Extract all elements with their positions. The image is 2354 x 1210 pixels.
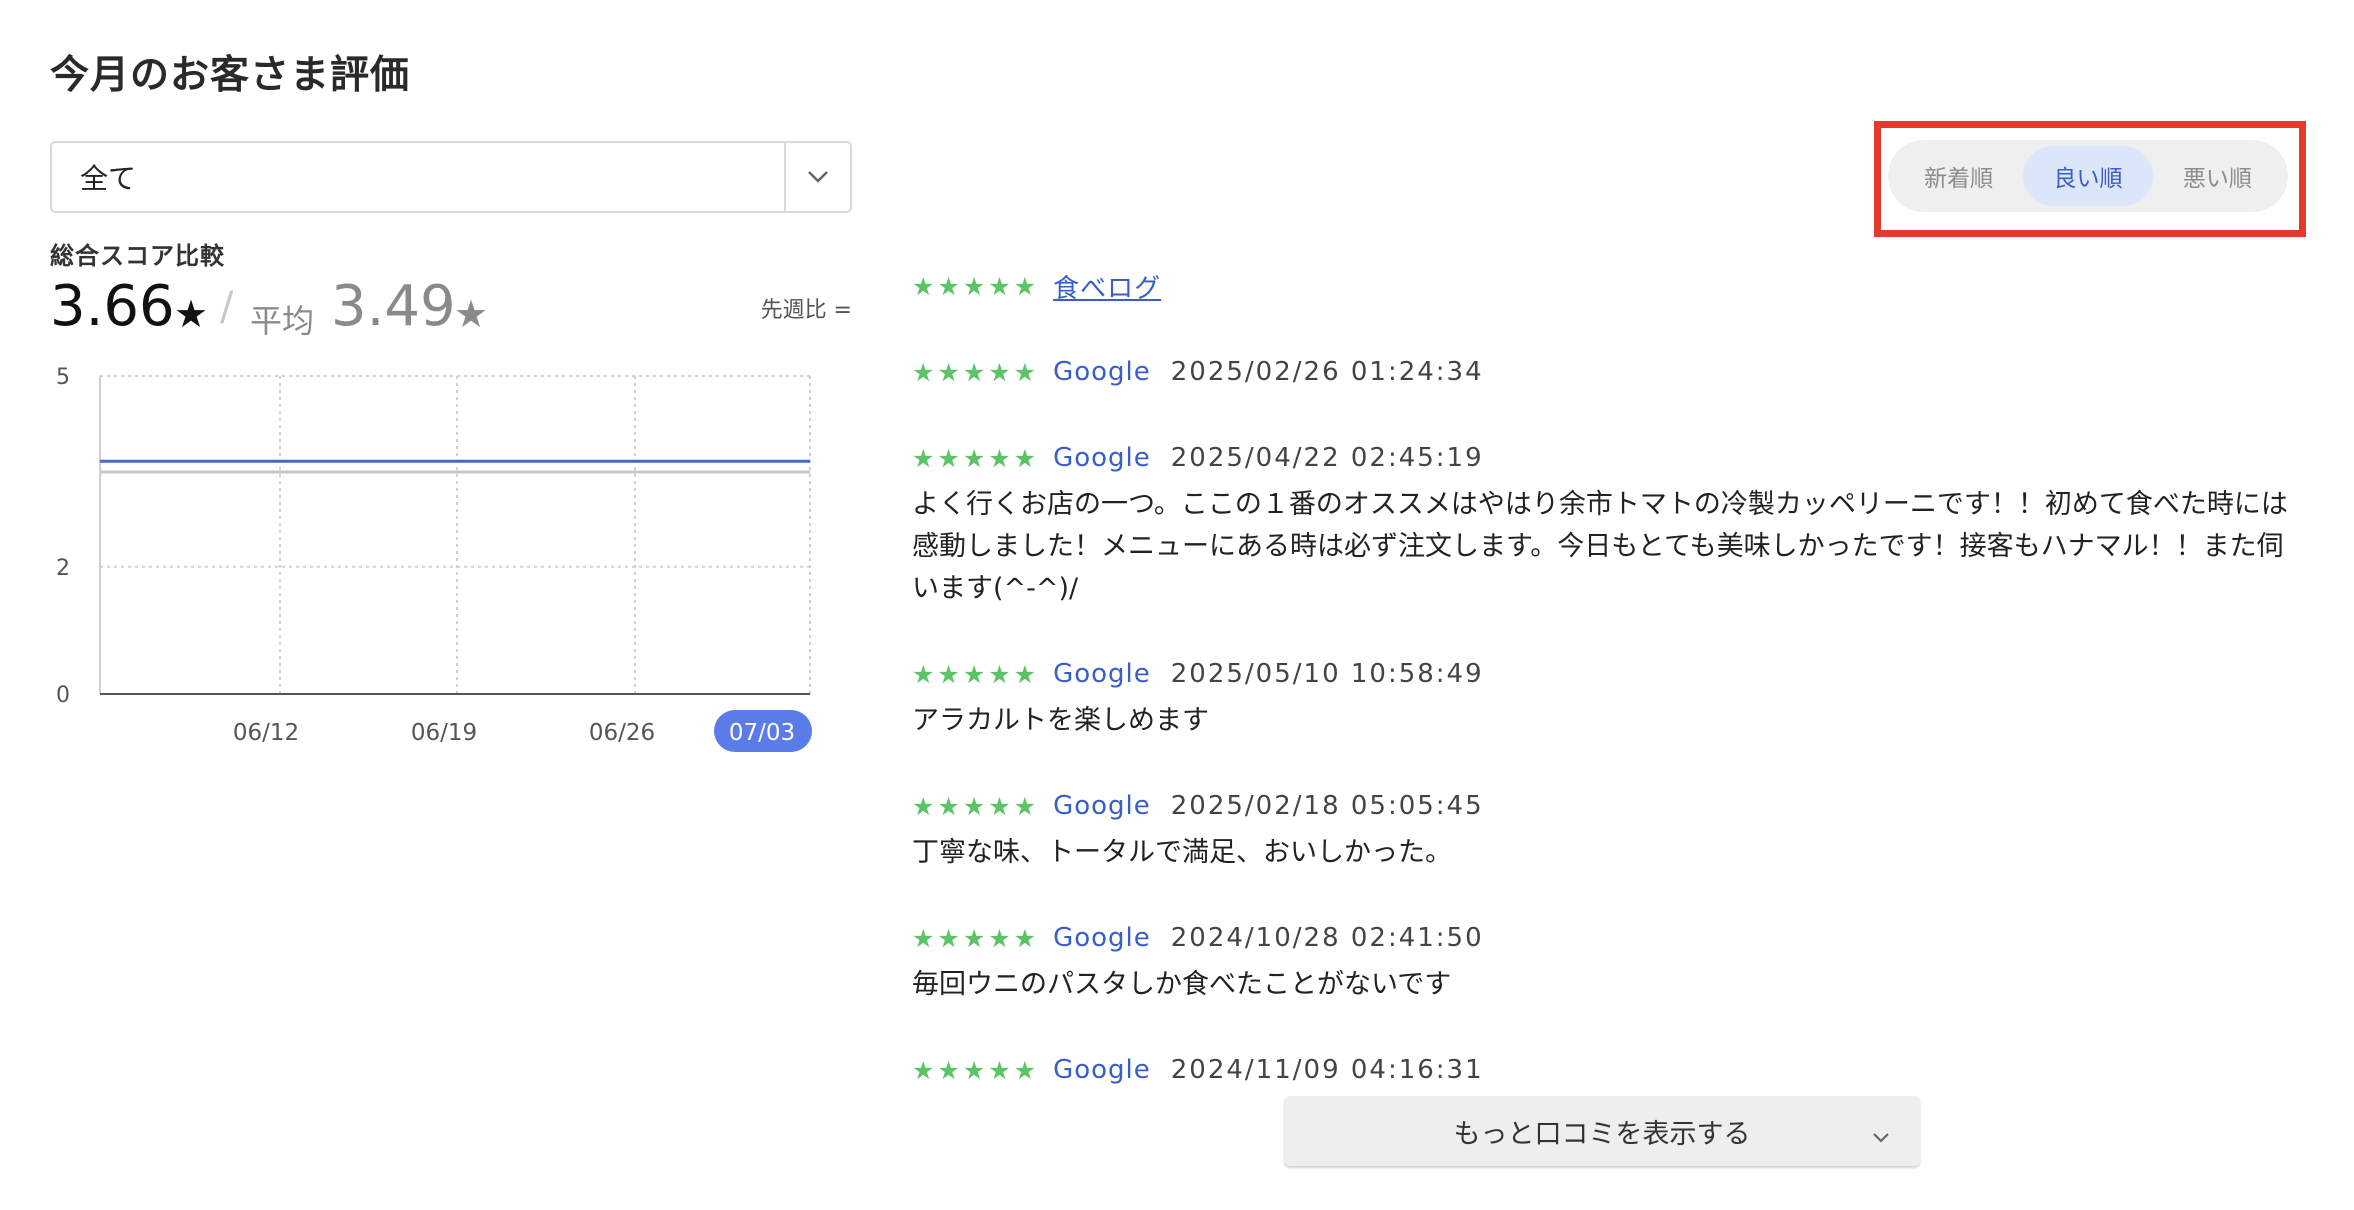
rating-stars: ★★★★★ <box>912 443 1040 473</box>
list-item: ★★★★★ Google 2025/05/10 10:58:49 アラカルトを楽… <box>912 652 2302 742</box>
list-item: ★★★★★ Google 2025/02/18 05:05:45 丁寧な味、トー… <box>912 784 2302 874</box>
review-source-link[interactable]: 食べログ <box>1053 268 1161 305</box>
list-item: ★★★★★ 食べログ <box>912 264 2302 308</box>
chart-y-tick-label: 5 <box>56 365 70 390</box>
review-source: Google <box>1053 1055 1151 1085</box>
chart-y-tick-label: 0 <box>56 683 70 708</box>
source-filter-select[interactable]: 全て <box>50 141 852 213</box>
score-summary: 3.66 ★ / 平均 3.49 ★ 先週比 = <box>50 270 852 340</box>
show-more-label: もっと口コミを表示する <box>1453 1118 1751 1150</box>
review-source: Google <box>1053 791 1151 821</box>
chart-x-tick-label: 06/19 <box>411 720 477 746</box>
review-source: Google <box>1053 357 1151 387</box>
list-item: ★★★★★ Google 2024/11/09 04:16:31 <box>912 1048 2302 1092</box>
review-source: Google <box>1053 443 1151 473</box>
filter-selected-value: 全て <box>80 162 137 195</box>
score-trend-chart: 0 2 5 06/12 06/19 06/26 07/03 <box>50 360 850 760</box>
review-text: 丁寧な味、トータルで満足、おいしかった。 <box>912 837 1452 868</box>
sort-order-toggle[interactable]: 新着順 良い順 悪い順 <box>1888 140 2288 212</box>
rating-stars: ★★★★★ <box>912 791 1040 821</box>
rating-stars: ★★★★★ <box>912 923 1040 953</box>
review-text: よく行くお店の一つ。ここの１番のオススメはやはり余市トマトの冷製カッペリーニです… <box>912 489 2288 604</box>
review-list: ★★★★★ 食べログ ★★★★★ Google 2025/02/26 01:24… <box>912 264 2302 1134</box>
chevron-down-icon[interactable] <box>784 143 850 211</box>
week-over-week-label: 先週比 = <box>760 298 852 323</box>
chart-x-tick-label: 06/26 <box>589 720 655 746</box>
sort-worst-button[interactable]: 悪い順 <box>2153 146 2282 206</box>
review-date: 2025/04/22 02:45:19 <box>1170 443 1484 473</box>
score-comparison-heading: 総合スコア比較 <box>50 242 225 270</box>
review-text: 毎回ウニのパスタしか食べたことがないです <box>912 969 1452 1000</box>
score-separator: / <box>220 284 234 330</box>
review-date: 2024/11/09 04:16:31 <box>1170 1055 1484 1085</box>
average-label: 平均 <box>250 302 315 340</box>
rating-stars: ★★★★★ <box>912 1055 1040 1085</box>
total-score-value: 3.66 <box>50 274 175 339</box>
chart-x-tick-label: 07/03 <box>729 720 795 746</box>
rating-stars: ★★★★★ <box>912 271 1040 301</box>
review-text: アラカルトを楽しめます <box>912 705 1209 736</box>
chevron-down-icon <box>1872 1120 1890 1151</box>
chart-y-tick-label: 2 <box>56 556 70 581</box>
review-date: 2024/10/28 02:41:50 <box>1170 923 1484 953</box>
rating-stars: ★★★★★ <box>912 357 1040 387</box>
review-source: Google <box>1053 659 1151 689</box>
rating-stars: ★★★★★ <box>912 659 1040 689</box>
average-score-value: 3.49 <box>331 274 456 339</box>
page-title: 今月のお客さま評価 <box>50 53 411 98</box>
review-date: 2025/02/26 01:24:34 <box>1170 357 1484 387</box>
sort-newest-button[interactable]: 新着順 <box>1894 146 2023 206</box>
show-more-reviews-button[interactable]: もっと口コミを表示する <box>1284 1096 1920 1166</box>
review-source: Google <box>1053 923 1151 953</box>
chart-x-tick-label: 06/12 <box>233 720 299 746</box>
sort-best-button[interactable]: 良い順 <box>2023 146 2153 206</box>
list-item: ★★★★★ Google 2025/04/22 02:45:19 よく行くお店の… <box>912 436 2302 610</box>
review-date: 2025/05/10 10:58:49 <box>1170 659 1484 689</box>
star-icon: ★ <box>174 292 209 336</box>
star-icon: ★ <box>454 292 489 336</box>
list-item: ★★★★★ Google 2024/10/28 02:41:50 毎回ウニのパス… <box>912 916 2302 1006</box>
list-item: ★★★★★ Google 2025/02/26 01:24:34 <box>912 350 2302 394</box>
review-date: 2025/02/18 05:05:45 <box>1170 791 1484 821</box>
